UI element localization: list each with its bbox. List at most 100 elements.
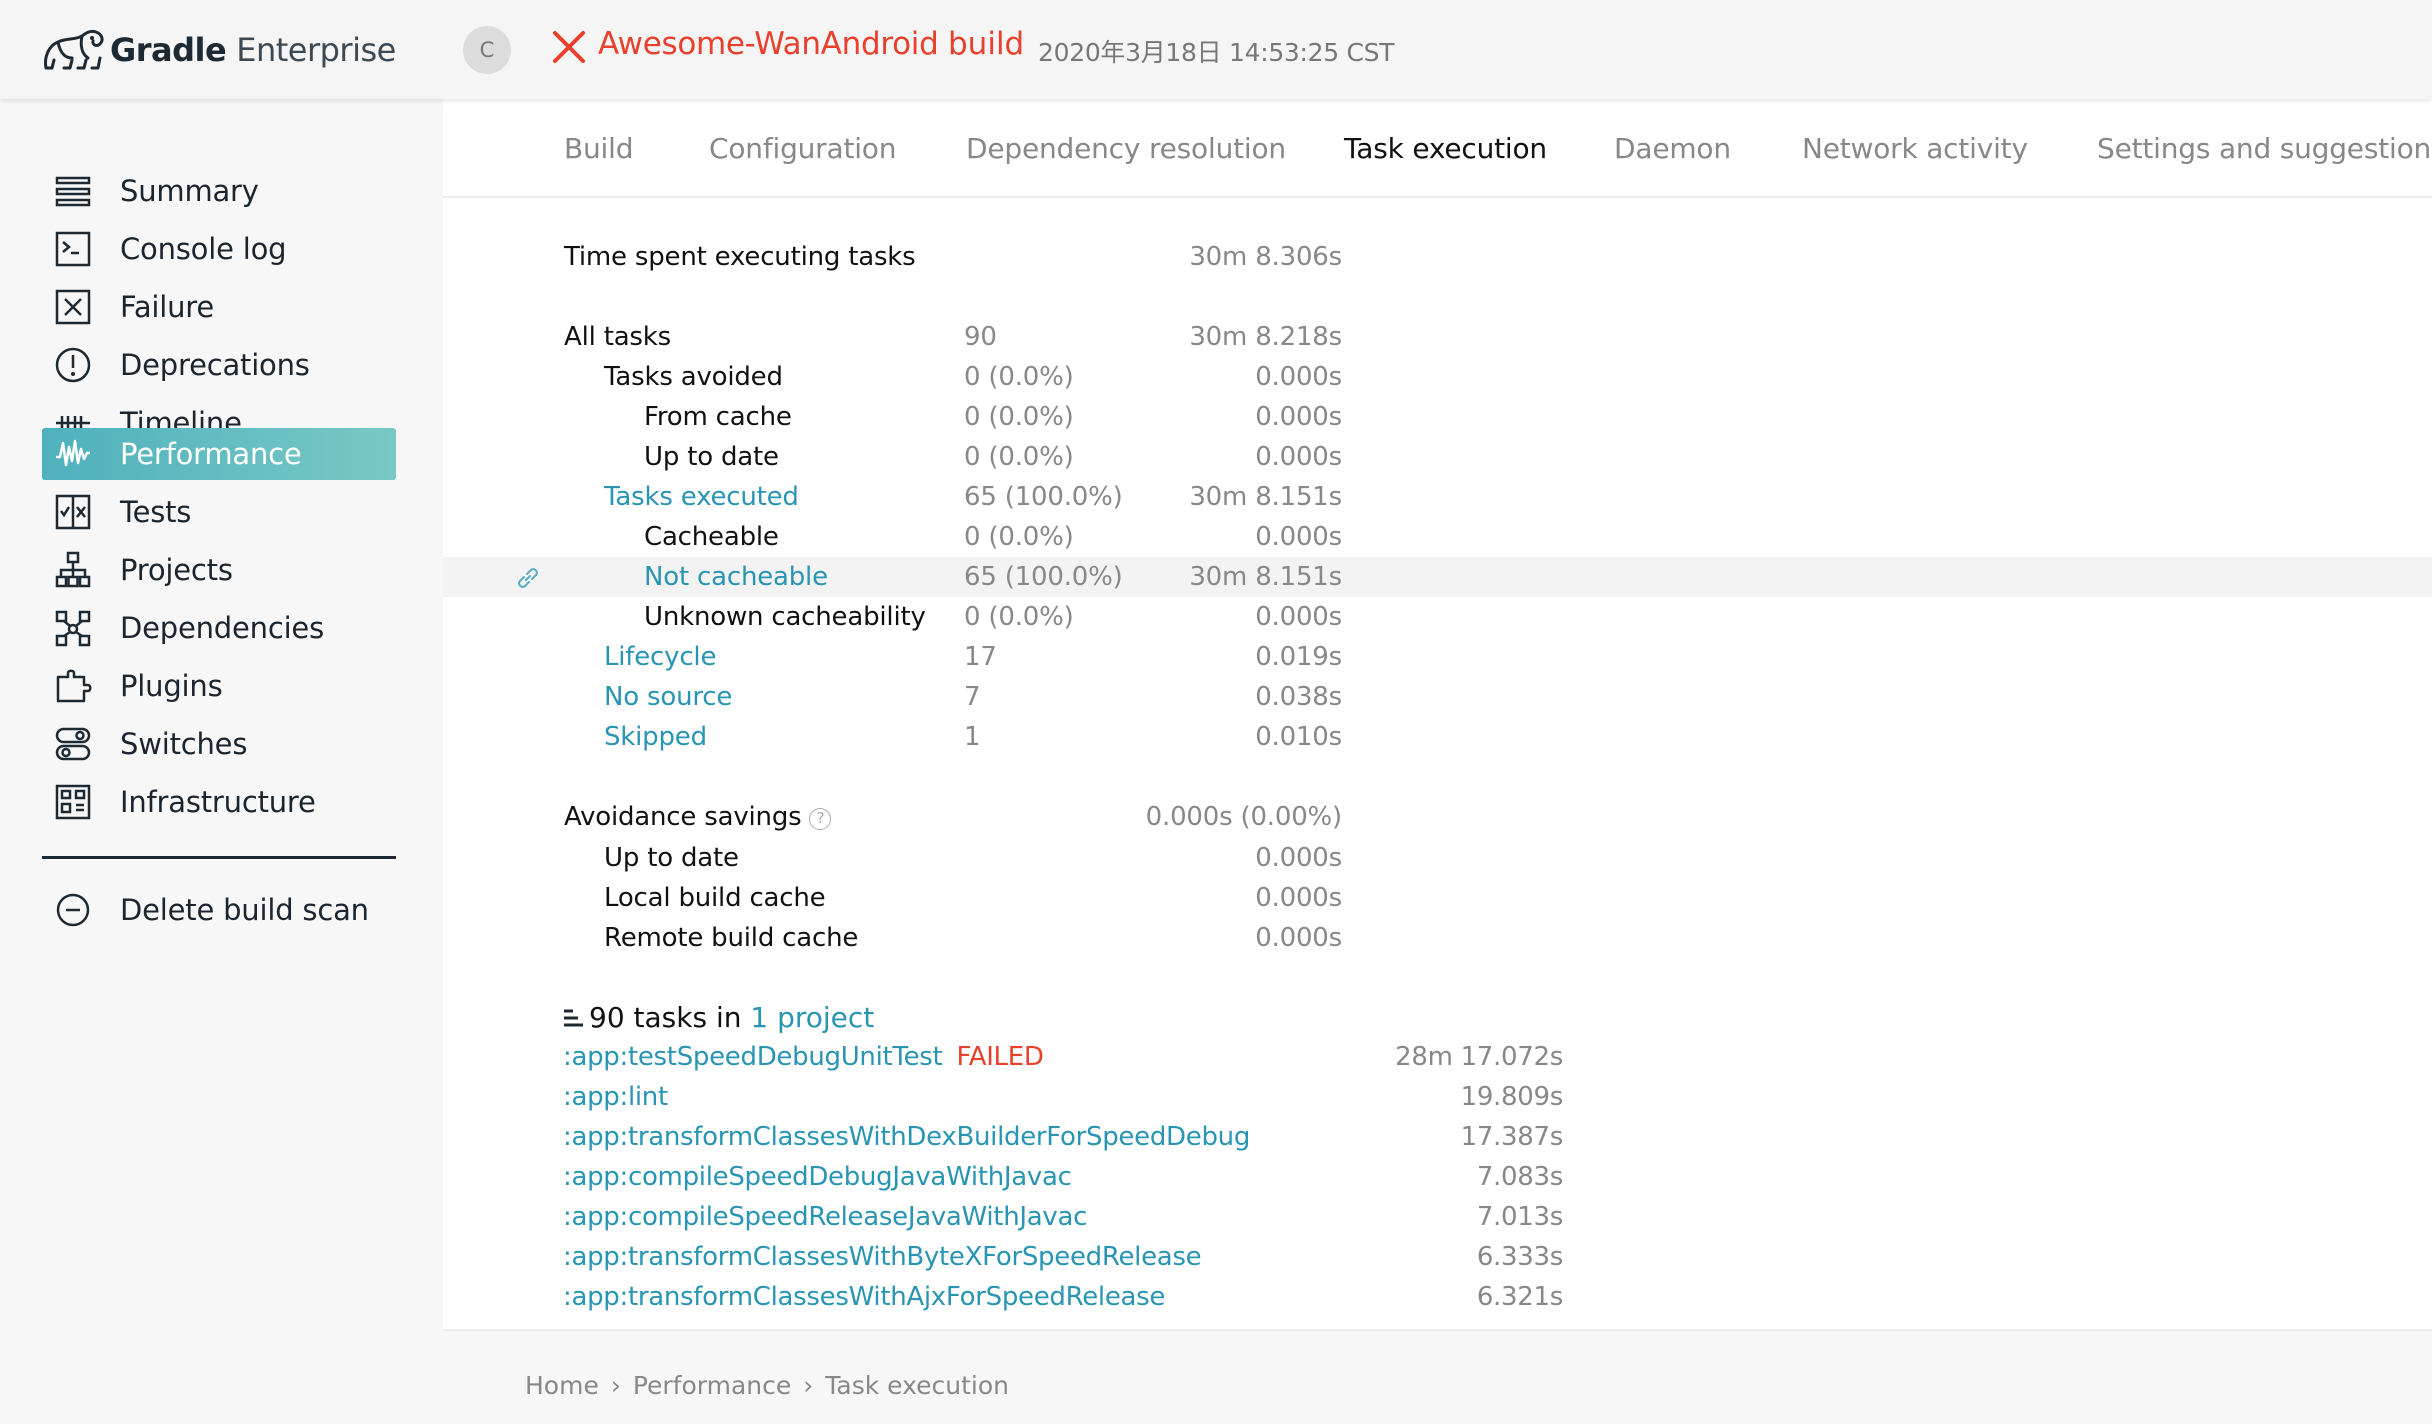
- stat-time: 0.000s: [1255, 602, 1342, 632]
- task-list-header: 90 tasks in 1 project: [563, 1001, 874, 1034]
- tab-dependency-resolution[interactable]: Dependency resolution: [966, 132, 1286, 165]
- sidebar-item-projects[interactable]: Projects: [42, 544, 396, 596]
- stat-time: 30m 8.151s: [1189, 562, 1342, 592]
- sidebar-item-label: Plugins: [120, 669, 223, 703]
- breadcrumb-home[interactable]: Home: [525, 1371, 599, 1400]
- switches-icon: [54, 725, 92, 763]
- sidebar-item-label: Deprecations: [120, 348, 310, 382]
- failure-icon: [54, 288, 92, 326]
- task-row: :app:transformClassesWithByteXForSpeedRe…: [563, 1242, 1563, 1282]
- tab-settings-and-suggestions[interactable]: Settings and suggestions: [2097, 132, 2432, 165]
- breadcrumb-separator: ›: [610, 1371, 621, 1400]
- tab-task-execution[interactable]: Task execution: [1344, 132, 1547, 165]
- sidebar-item-plugins[interactable]: Plugins: [42, 660, 396, 712]
- gradle-enterprise-logo[interactable]: Gradle Enterprise: [42, 20, 396, 80]
- performance-tabs: Build Configuration Dependency resolutio…: [443, 99, 2432, 198]
- task-duration: 7.013s: [1476, 1202, 1563, 1232]
- task-duration: 19.809s: [1460, 1082, 1564, 1112]
- tab-daemon[interactable]: Daemon: [1614, 132, 1731, 165]
- stat-link-not-cacheable[interactable]: Not cacheable: [644, 562, 828, 592]
- task-link[interactable]: :app:lint: [563, 1082, 668, 1112]
- build-timestamp: 2020年3月18日 14:53:25 CST: [1038, 38, 1395, 67]
- requested-task: build: [948, 26, 1025, 62]
- sidebar-item-deprecations[interactable]: Deprecations: [42, 339, 396, 391]
- sidebar-item-console-log[interactable]: Console log: [42, 223, 396, 275]
- stat-count: 0 (0.0%): [964, 442, 1074, 472]
- link-icon[interactable]: [513, 563, 543, 593]
- stat-label-from-cache: From cache: [644, 402, 792, 432]
- sidebar-item-label: Performance: [120, 437, 302, 471]
- stat-label-up-to-date: Up to date: [644, 442, 779, 472]
- sidebar-item-tests[interactable]: Tests: [42, 486, 396, 538]
- stat-time: 0.000s: [1255, 522, 1342, 552]
- stat-link-tasks-executed[interactable]: Tasks executed: [604, 482, 799, 512]
- sidebar-item-switches[interactable]: Switches: [42, 718, 396, 770]
- task-link[interactable]: :app:compileSpeedDebugJavaWithJavac: [563, 1162, 1072, 1192]
- task-link[interactable]: :app:testSpeedDebugUnitTest: [563, 1042, 943, 1072]
- task-count-text: 90 tasks in: [589, 1001, 742, 1034]
- stat-count: 0 (0.0%): [964, 602, 1074, 632]
- page-footer: Home › Performance › Task execution: [443, 1329, 2432, 1424]
- tab-network-activity[interactable]: Network activity: [1802, 132, 2028, 165]
- avoidance-savings-heading: Avoidance savings?: [564, 802, 832, 832]
- stat-count: 0 (0.0%): [964, 522, 1074, 552]
- sidebar-item-dependencies[interactable]: Dependencies: [42, 602, 396, 654]
- stat-label-tasks-avoided: Tasks avoided: [604, 362, 783, 392]
- sidebar-item-label: Switches: [120, 727, 248, 761]
- stat-count: 90: [964, 322, 997, 352]
- stat-count: 0 (0.0%): [964, 362, 1074, 392]
- stat-link-lifecycle[interactable]: Lifecycle: [604, 642, 716, 672]
- avoidance-savings-label: Avoidance savings: [564, 802, 802, 832]
- sidebar-item-failure[interactable]: Failure: [42, 281, 396, 333]
- failed-x-icon: [553, 31, 585, 63]
- performance-icon: [54, 435, 92, 473]
- avoidance-label-remote-build-cache: Remote build cache: [604, 923, 859, 953]
- task-link[interactable]: :app:compileSpeedReleaseJavaWithJavac: [563, 1202, 1087, 1232]
- avoidance-time: 0.000s: [1255, 883, 1342, 913]
- top-header: Gradle Enterprise C Awesome-WanAndroid b…: [0, 0, 2432, 99]
- time-spent-value: 30m 8.306s: [1189, 242, 1342, 272]
- deprecations-icon: [54, 346, 92, 384]
- stat-count: 65 (100.0%): [964, 482, 1123, 512]
- stat-count: 17: [964, 642, 997, 672]
- sidebar-item-label: Console log: [120, 232, 287, 266]
- tab-build[interactable]: Build: [564, 132, 633, 165]
- time-spent-label: Time spent executing tasks: [564, 242, 916, 272]
- task-row: :app:compileSpeedReleaseJavaWithJavac 7.…: [563, 1202, 1563, 1242]
- stat-link-no-source[interactable]: No source: [604, 682, 732, 712]
- list-icon: [564, 1009, 583, 1027]
- infrastructure-icon: [54, 783, 92, 821]
- tab-configuration[interactable]: Configuration: [709, 132, 896, 165]
- sidebar-item-performance[interactable]: Performance: [42, 428, 396, 480]
- logo-gradle-text: Gradle: [110, 31, 227, 69]
- sidebar-item-summary[interactable]: Summary: [42, 165, 396, 217]
- task-link[interactable]: :app:transformClassesWithByteXForSpeedRe…: [563, 1242, 1202, 1272]
- help-icon[interactable]: ?: [809, 808, 832, 830]
- plugins-icon: [54, 667, 92, 705]
- elephant-logo-icon: [44, 29, 104, 70]
- task-duration: 6.333s: [1476, 1242, 1563, 1272]
- delete-build-scan-label: Delete build scan: [120, 893, 369, 927]
- minus-circle-icon: [54, 891, 92, 929]
- stat-time: 30m 8.218s: [1189, 322, 1342, 352]
- stat-label-unknown-cacheability: Unknown cacheability: [644, 602, 926, 632]
- breadcrumb-performance[interactable]: Performance: [633, 1371, 791, 1400]
- sidebar-item-infrastructure[interactable]: Infrastructure: [42, 776, 396, 828]
- task-duration: 7.083s: [1476, 1162, 1563, 1192]
- avoidance-label-up-to-date: Up to date: [604, 843, 739, 873]
- project-link[interactable]: 1 project: [750, 1001, 874, 1034]
- stat-count: 0 (0.0%): [964, 402, 1074, 432]
- avatar[interactable]: C: [463, 26, 511, 74]
- delete-build-scan-button[interactable]: Delete build scan: [42, 884, 396, 936]
- task-link[interactable]: :app:transformClassesWithAjxForSpeedRele…: [563, 1282, 1165, 1312]
- task-link[interactable]: :app:transformClassesWithDexBuilderForSp…: [563, 1122, 1250, 1152]
- console-icon: [54, 230, 92, 268]
- sidebar-item-label: Tests: [120, 495, 192, 529]
- task-duration: 6.321s: [1476, 1282, 1563, 1312]
- summary-icon: [54, 172, 92, 210]
- avoidance-label-local-build-cache: Local build cache: [604, 883, 826, 913]
- stat-time: 30m 8.151s: [1189, 482, 1342, 512]
- stat-link-skipped[interactable]: Skipped: [604, 722, 707, 752]
- sidebar: Summary Console log Failure Deprecations…: [0, 99, 443, 1424]
- task-row: :app:transformClassesWithDexBuilderForSp…: [563, 1122, 1563, 1162]
